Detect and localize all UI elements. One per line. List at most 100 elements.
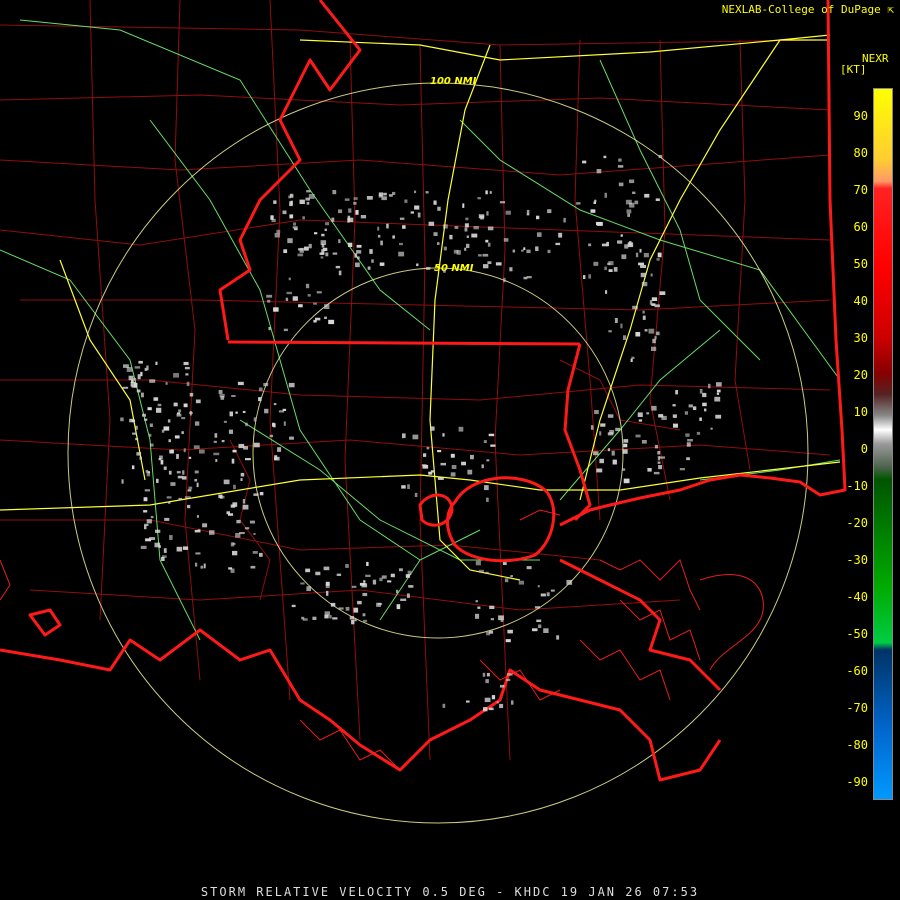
echo-pixel	[483, 707, 488, 712]
echo-pixel	[399, 217, 405, 220]
echo-pixel	[233, 484, 236, 490]
echo-pixel	[155, 529, 161, 533]
echo-pixel	[223, 420, 227, 423]
echo-pixel	[625, 199, 632, 205]
echo-pixel	[629, 179, 635, 184]
echo-pixel	[381, 196, 387, 201]
echo-pixel	[430, 470, 435, 473]
echo-pixel	[146, 519, 152, 524]
echo-pixel	[174, 435, 180, 439]
echo-pixel	[155, 361, 158, 365]
echo-pixel	[345, 606, 350, 611]
echo-pixel	[285, 297, 289, 301]
echo-pixel	[638, 262, 644, 266]
echo-pixel	[509, 267, 513, 272]
echo-pixel	[614, 318, 618, 323]
echo-pixel	[641, 440, 647, 444]
echo-pixel	[353, 201, 357, 205]
echo-pixel	[168, 439, 171, 443]
echo-pixel	[377, 234, 381, 238]
echo-pixel	[173, 373, 179, 378]
echo-pixel	[252, 551, 258, 554]
echo-pixel	[399, 568, 403, 572]
echo-pixel	[242, 499, 246, 504]
echo-pixel	[482, 253, 489, 257]
echo-pixel	[482, 672, 486, 677]
echo-pixel	[640, 272, 646, 278]
echo-pixel	[386, 223, 389, 229]
echo-pixel	[651, 297, 658, 301]
echo-pixel	[659, 291, 666, 295]
echo-pixel	[623, 443, 628, 448]
echo-pixel	[462, 203, 465, 208]
echo-pixel	[466, 243, 470, 248]
echo-pixel	[708, 383, 711, 389]
echo-pixel	[490, 444, 496, 447]
echo-pixel	[194, 470, 199, 474]
echo-pixel	[495, 262, 502, 266]
echo-pixel	[475, 600, 478, 603]
echo-pixel	[679, 468, 685, 471]
echo-pixel	[143, 497, 148, 502]
echo-pixel	[505, 210, 511, 215]
echo-pixel	[641, 282, 648, 287]
echo-pixel	[466, 700, 470, 703]
echo-pixel	[507, 673, 513, 676]
echo-pixel	[716, 392, 720, 395]
echo-pixel	[437, 450, 442, 453]
echo-pixel	[453, 249, 459, 254]
echo-pixel	[274, 456, 280, 461]
echo-pixel	[635, 434, 641, 438]
echo-pixel	[558, 232, 563, 238]
echo-pixel	[437, 477, 444, 480]
echo-pixel	[235, 411, 238, 414]
echo-pixel	[134, 366, 141, 369]
echo-pixel	[286, 291, 292, 295]
echo-pixel	[547, 209, 552, 214]
echo-pixel	[714, 396, 721, 402]
echo-pixel	[450, 472, 456, 477]
echo-pixel	[351, 585, 357, 588]
echo-pixel	[467, 469, 473, 475]
echo-pixel	[158, 545, 161, 548]
echo-pixel	[266, 294, 273, 298]
echo-pixel	[430, 426, 435, 431]
legend-tick: 60	[853, 220, 868, 234]
echo-pixel	[428, 221, 435, 226]
echo-pixel	[637, 412, 643, 417]
echo-pixel	[240, 478, 243, 481]
echo-pixel	[622, 449, 628, 454]
credit-text[interactable]: NEXLAB-College of DuPage ⇱	[722, 3, 894, 16]
echo-pixel	[485, 679, 489, 684]
echo-pixel	[450, 453, 455, 458]
legend-tick: 40	[853, 294, 868, 308]
echo-pixel	[344, 198, 350, 201]
external-link-icon[interactable]: ⇱	[887, 3, 894, 16]
echo-pixel	[399, 242, 403, 246]
echo-pixel	[466, 235, 469, 238]
echo-pixel	[704, 408, 707, 412]
echo-pixel	[596, 221, 602, 226]
echo-pixel	[546, 592, 550, 597]
echo-pixel	[437, 242, 440, 245]
echo-pixel	[307, 294, 311, 297]
echo-pixel	[392, 235, 395, 239]
echo-pixel	[351, 619, 355, 625]
echo-pixel	[226, 511, 230, 515]
echo-pixel	[383, 192, 387, 196]
echo-pixel	[236, 519, 241, 524]
echo-pixel	[526, 209, 530, 213]
echo-pixel	[702, 392, 707, 398]
echo-pixel	[299, 247, 304, 253]
echo-pixel	[325, 222, 330, 226]
echo-pixel	[380, 240, 383, 246]
legend-tick: -70	[846, 701, 868, 715]
echo-pixel	[338, 209, 343, 214]
echo-pixel	[163, 466, 167, 470]
echo-pixel	[181, 417, 186, 420]
echo-pixel	[478, 569, 484, 573]
echo-pixel	[396, 604, 401, 610]
echo-pixel	[347, 217, 354, 223]
echo-pixel	[306, 586, 311, 592]
echo-pixel	[536, 215, 540, 220]
